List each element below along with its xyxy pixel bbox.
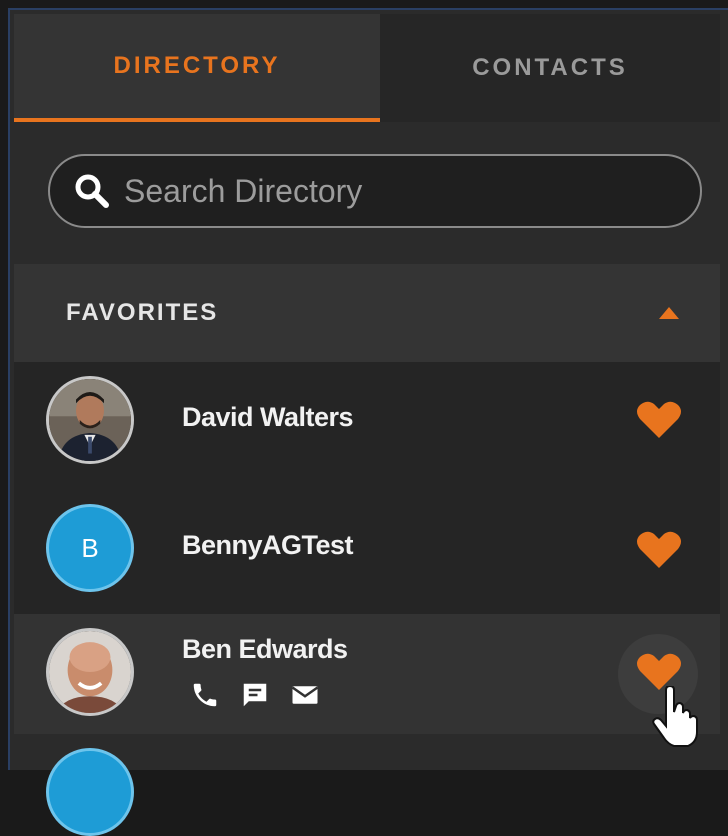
contact-actions: [190, 680, 320, 710]
list-item[interactable]: B BennyAGTest: [14, 488, 720, 614]
phone-icon[interactable]: [190, 680, 220, 710]
person-photo-icon: [49, 379, 131, 461]
tab-directory[interactable]: DIRECTORY: [14, 14, 380, 122]
search-box[interactable]: [48, 154, 702, 228]
favorites-title: FAVORITES: [66, 299, 219, 326]
contact-name: BennyAGTest: [182, 530, 354, 560]
contact-name: Ben Edwards: [182, 634, 348, 664]
list-item[interactable]: Ben Edwards: [14, 614, 720, 747]
email-icon[interactable]: [290, 680, 320, 710]
tab-bar: DIRECTORY CONTACTS: [14, 14, 720, 122]
heart-icon[interactable]: [636, 400, 682, 440]
person-photo-icon: [49, 631, 131, 713]
contact-name: David Walters: [182, 402, 354, 432]
chat-icon[interactable]: [240, 680, 270, 710]
avatar-initial: B: [81, 532, 99, 563]
avatar: [46, 628, 134, 716]
avatar: B: [46, 504, 134, 592]
search-input[interactable]: [122, 171, 700, 211]
avatar: [46, 748, 134, 836]
search-area: [14, 122, 720, 264]
caret-up-icon[interactable]: [658, 306, 680, 320]
favorites-list: David Walters B BennyAGTest Ben Edwards: [14, 362, 720, 747]
avatar: [46, 376, 134, 464]
search-icon: [75, 174, 109, 208]
hand-cursor-icon: [652, 686, 698, 747]
tab-contacts[interactable]: CONTACTS: [380, 14, 720, 122]
favorites-header[interactable]: FAVORITES: [14, 264, 720, 362]
list-item[interactable]: David Walters: [14, 362, 720, 488]
heart-icon[interactable]: [636, 530, 682, 570]
